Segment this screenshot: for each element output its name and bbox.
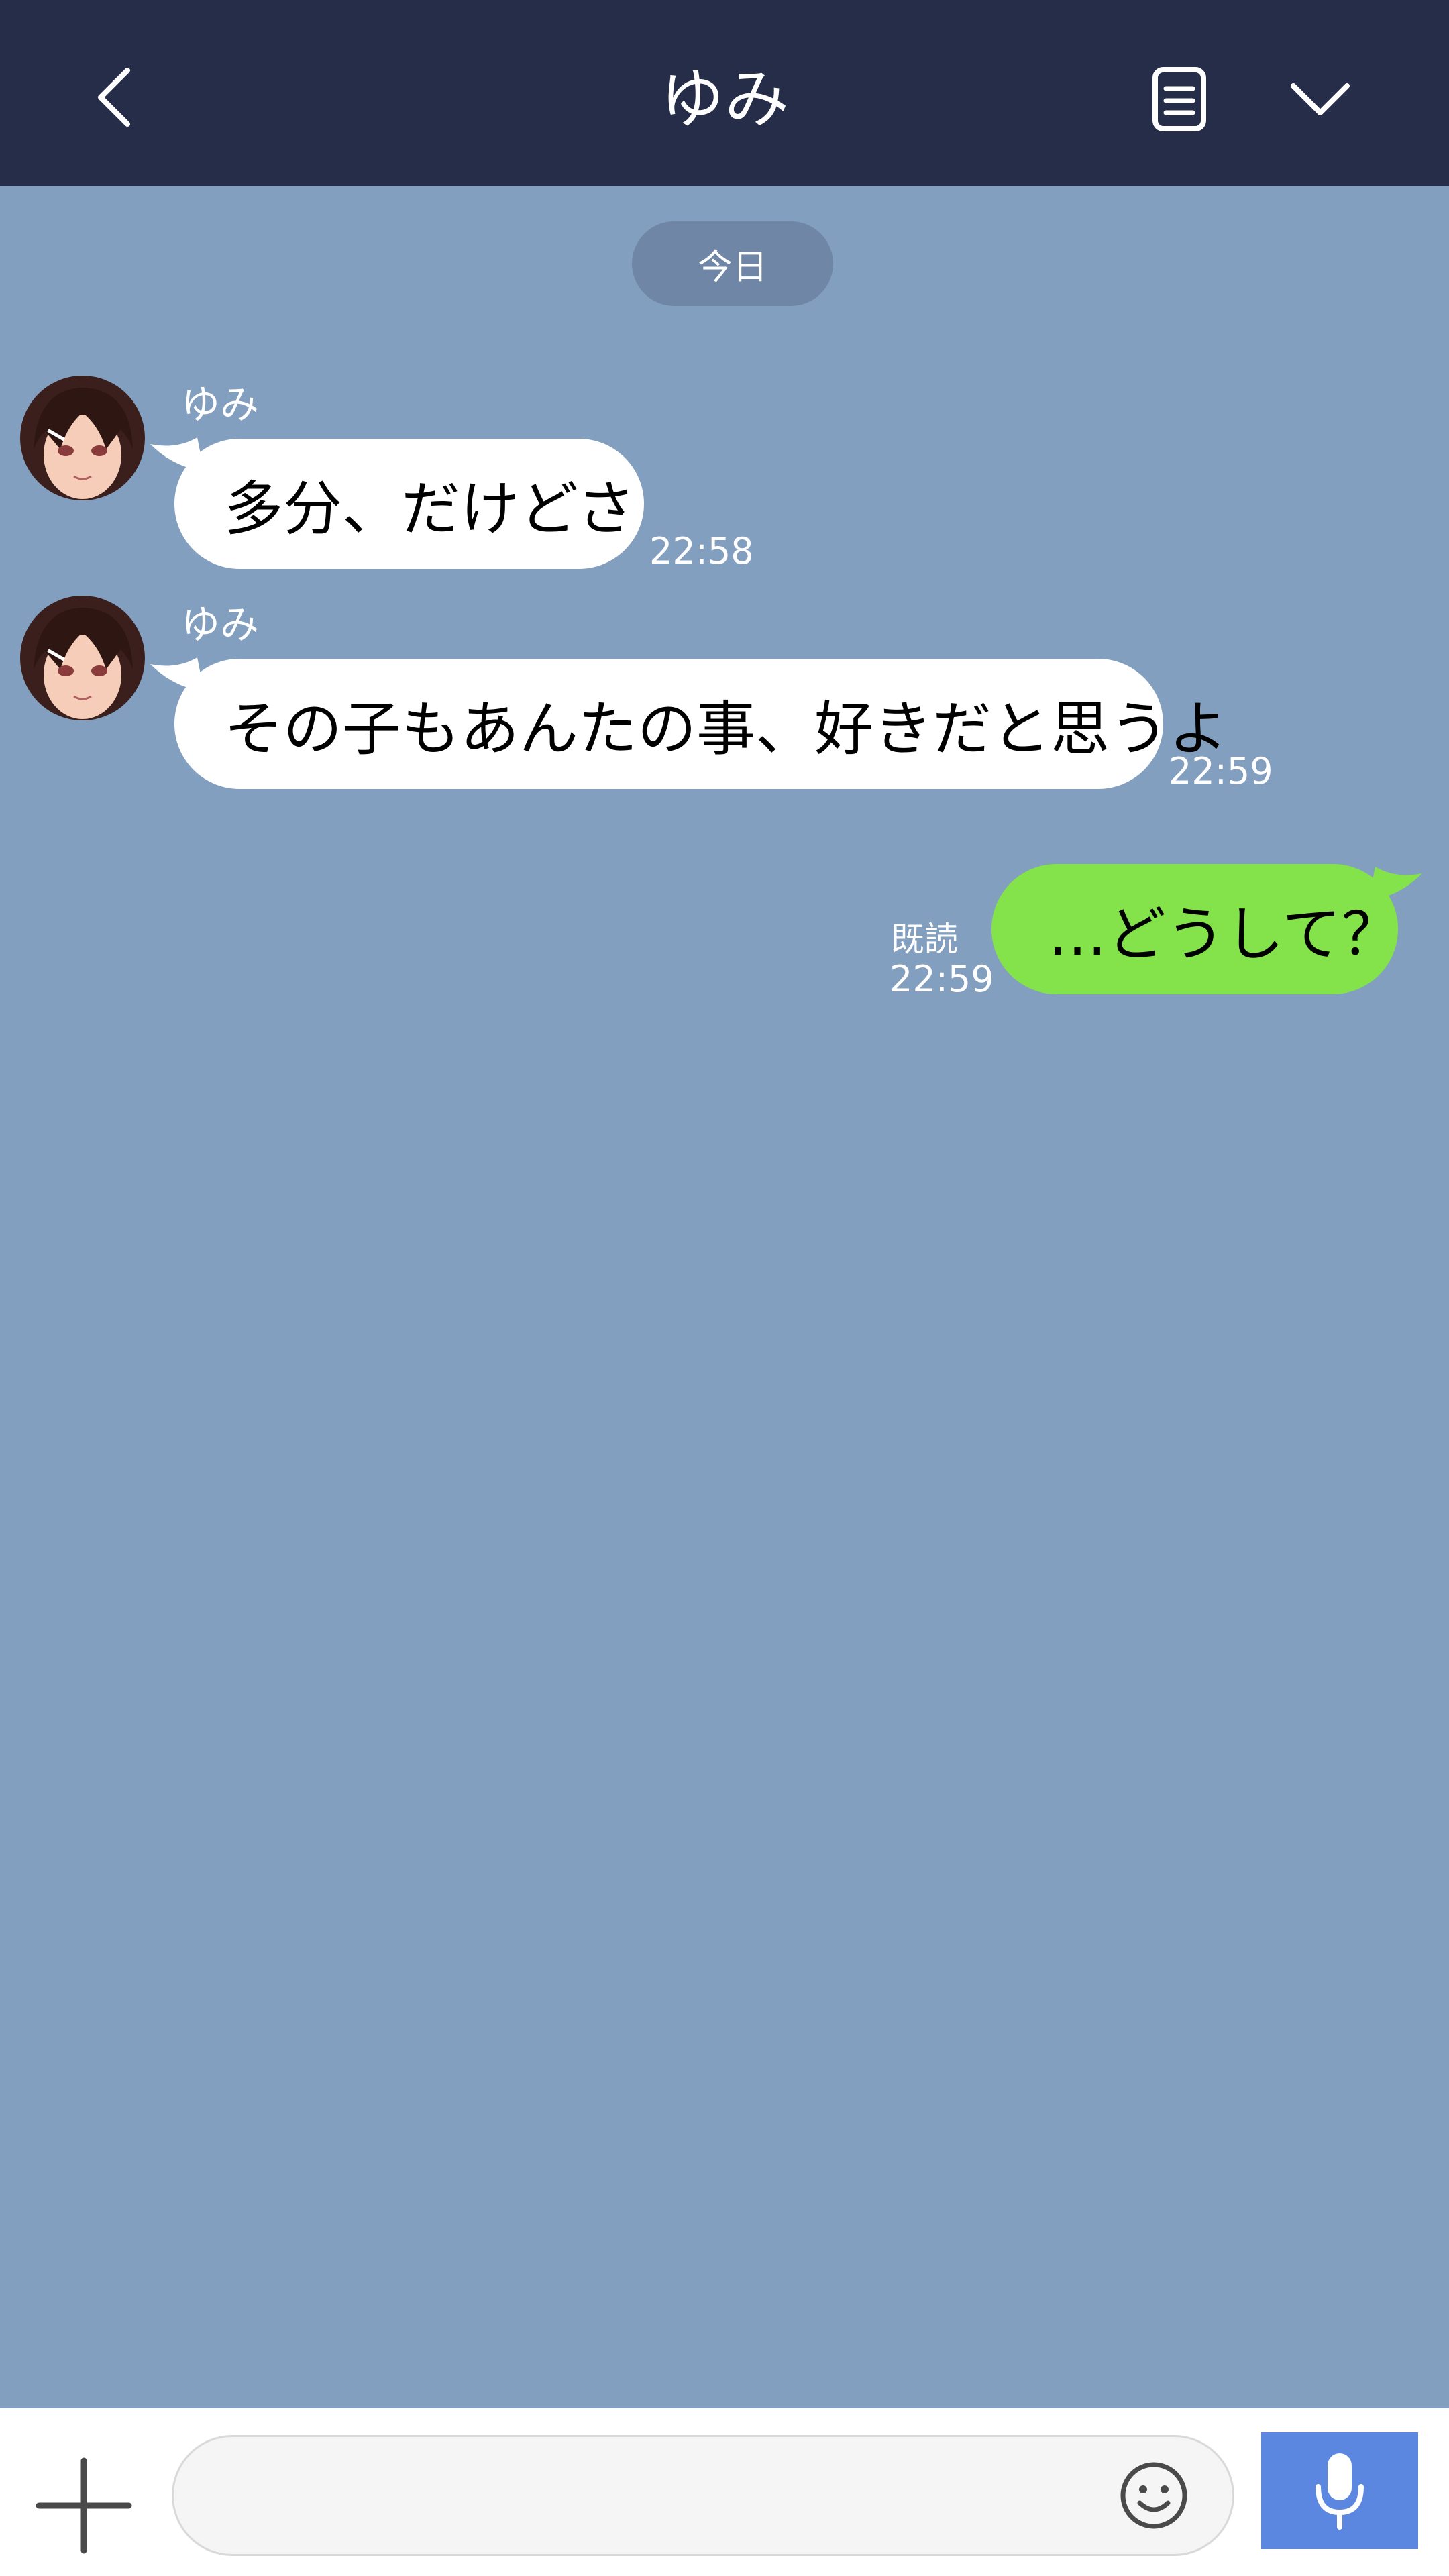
incoming-message-bubble[interactable]: その子もあんたの事、好きだと思うよ [174,659,1228,789]
avatar[interactable] [20,596,145,720]
smiley-icon [1120,2462,1187,2529]
message-input-bar [0,2408,1449,2576]
voice-button[interactable] [1261,2432,1418,2549]
emoji-button[interactable] [1114,2455,1194,2536]
message-time: 22:59 [890,958,994,1000]
menu-dropdown-button[interactable] [1275,60,1365,138]
chevron-down-icon [1290,83,1350,115]
avatar-image [20,596,145,720]
date-separator: 今日 [632,221,833,306]
back-button[interactable] [74,54,154,141]
read-receipt: 既読 [891,920,958,959]
attach-button[interactable] [27,2449,141,2563]
message-input[interactable] [172,2435,1234,2556]
message-text: 多分、だけどさ [224,474,636,543]
sender-name: ゆみ [181,382,260,427]
notes-button[interactable] [1140,60,1218,138]
chat-header: ゆみ [0,0,1449,186]
message-text: …どうして？ [1048,899,1401,969]
chevron-left-icon [98,68,130,127]
sender-name: ゆみ [181,602,260,647]
note-icon [1152,66,1206,131]
chat-title: ゆみ [660,61,789,137]
message-text: その子もあんたの事、好きだと思うよ [224,694,1228,763]
plus-icon [36,2457,132,2554]
incoming-message-bubble[interactable]: 多分、だけどさ [174,439,644,569]
chat-screen: ゆみ 今日 ゆみ 多分、だけどさ 22:58 ゆみ その子もあんたの事、好きだと… [0,0,1449,2576]
message-time: 22:58 [649,530,754,572]
message-time: 22:59 [1169,750,1273,792]
avatar[interactable] [20,376,145,500]
avatar-image [20,376,145,500]
outgoing-message-bubble[interactable]: …どうして？ [991,864,1401,994]
microphone-icon [1316,2453,1364,2530]
